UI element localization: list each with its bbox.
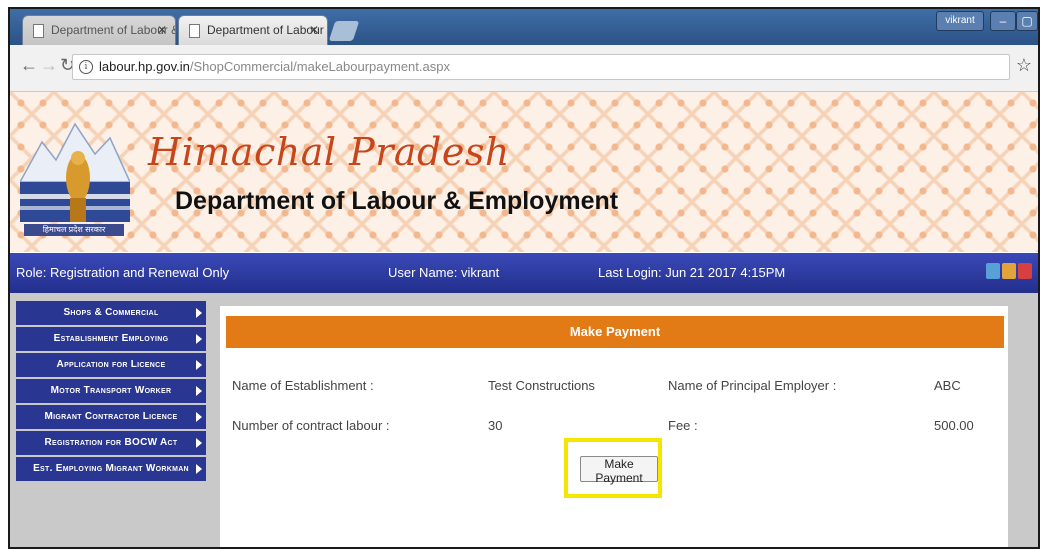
chevron-right-icon — [196, 386, 202, 396]
url-path: /ShopCommercial/makeLabourpayment.aspx — [189, 59, 450, 74]
chevron-right-icon — [196, 308, 202, 318]
sidebar-item-migrant-contractor[interactable]: Migrant Contractor Licence — [16, 405, 206, 429]
panel-title: Make Payment — [226, 316, 1004, 348]
principal-employer-value: ABC — [934, 378, 961, 393]
info-icon[interactable]: i — [79, 60, 93, 74]
site-banner: हिमाचल प्रदेश सरकार Himachal Pradesh Dep… — [10, 92, 1038, 252]
sidebar-item-application-licence[interactable]: Application for Licence — [16, 353, 206, 377]
fee-label: Fee : — [668, 418, 698, 433]
bookmark-star-icon[interactable]: ☆ — [1016, 55, 1032, 76]
chevron-right-icon — [196, 464, 202, 474]
page-icon — [33, 24, 44, 38]
principal-employer-label: Name of Principal Employer : — [668, 378, 837, 393]
sidebar-menu: Shops & Commercial Establishment Employi… — [16, 301, 206, 483]
chevron-right-icon — [196, 438, 202, 448]
establishment-value: Test Constructions — [488, 378, 595, 393]
tab-strip: Department of Labour & ✕ Department of L… — [10, 9, 1038, 45]
sidebar-item-label: Est. Employing Migrant Workman — [33, 463, 189, 474]
hp-emblem-logo — [20, 122, 130, 222]
contract-labour-value: 30 — [488, 418, 503, 433]
close-icon[interactable]: ✕ — [157, 16, 167, 44]
user-info-bar: Role: Registration and Renewal Only User… — [10, 253, 1038, 293]
sidebar-item-establishment-employing[interactable]: Establishment Employing — [16, 327, 206, 351]
role-text: Role: Registration and Renewal Only — [16, 265, 230, 280]
username-text: User Name: vikrant — [388, 265, 500, 280]
maximize-icon[interactable]: ▢ — [1016, 11, 1038, 31]
page-icon — [189, 24, 200, 38]
tab-1[interactable]: Department of Labour & ✕ — [22, 15, 176, 45]
sidebar-item-label: Establishment Employing — [53, 333, 169, 344]
sidebar-item-label: Motor Transport Worker — [50, 385, 172, 396]
contract-labour-label: Number of contract labour : — [232, 418, 390, 433]
chevron-right-icon — [196, 360, 202, 370]
sidebar-item-label: Application for Licence — [56, 359, 166, 370]
home-icon[interactable] — [1002, 263, 1016, 279]
url-field[interactable]: i labour.hp.gov.in/ShopCommercial/makeLa… — [72, 54, 1010, 80]
chevron-right-icon — [196, 334, 202, 344]
sidebar-item-label: Shops & Commercial — [63, 307, 159, 318]
address-bar: ← → ↻ i labour.hp.gov.in/ShopCommercial/… — [10, 45, 1038, 92]
browser-window: Department of Labour & ✕ Department of L… — [8, 7, 1040, 549]
back-icon[interactable]: ← — [20, 55, 38, 76]
sidebar-item-label: Migrant Contractor Licence — [44, 411, 178, 422]
make-payment-button[interactable]: Make Payment — [580, 456, 658, 485]
sidebar-item-bocw-registration[interactable]: Registration for BOCW Act — [16, 431, 206, 455]
sidebar-item-motor-transport[interactable]: Motor Transport Worker — [16, 379, 206, 403]
logout-icon[interactable] — [1018, 263, 1032, 279]
fee-value: 500.00 — [934, 418, 974, 433]
chevron-right-icon — [196, 412, 202, 422]
url-host: labour.hp.gov.in — [99, 59, 190, 74]
establishment-label: Name of Establishment : — [232, 378, 374, 393]
toolbar-icons — [984, 263, 1032, 279]
refresh-icon[interactable] — [986, 263, 1000, 279]
sidebar-item-shops-commercial[interactable]: Shops & Commercial — [16, 301, 206, 325]
new-tab-button[interactable] — [328, 21, 360, 41]
tab-2[interactable]: Department of Labour & ✕ — [178, 15, 328, 45]
button-highlight: Make Payment — [564, 438, 662, 498]
close-icon[interactable]: ✕ — [309, 16, 319, 44]
logo-caption: हिमाचल प्रदेश सरकार — [24, 224, 124, 236]
forward-icon[interactable]: → — [40, 55, 58, 76]
payment-panel: Make Payment Name of Establishment : Tes… — [220, 306, 1008, 547]
minimize-icon[interactable]: – — [990, 11, 1016, 31]
sidebar-item-migrant-workman[interactable]: Est. Employing Migrant Workman — [16, 457, 206, 481]
last-login-text: Last Login: Jun 21 2017 4:15PM — [598, 265, 786, 280]
brand-subtitle: Department of Labour & Employment — [175, 187, 619, 215]
sidebar-item-label: Registration for BOCW Act — [44, 437, 178, 448]
profile-button[interactable]: vikrant — [936, 11, 984, 31]
brand-title: Himachal Pradesh — [148, 130, 510, 174]
